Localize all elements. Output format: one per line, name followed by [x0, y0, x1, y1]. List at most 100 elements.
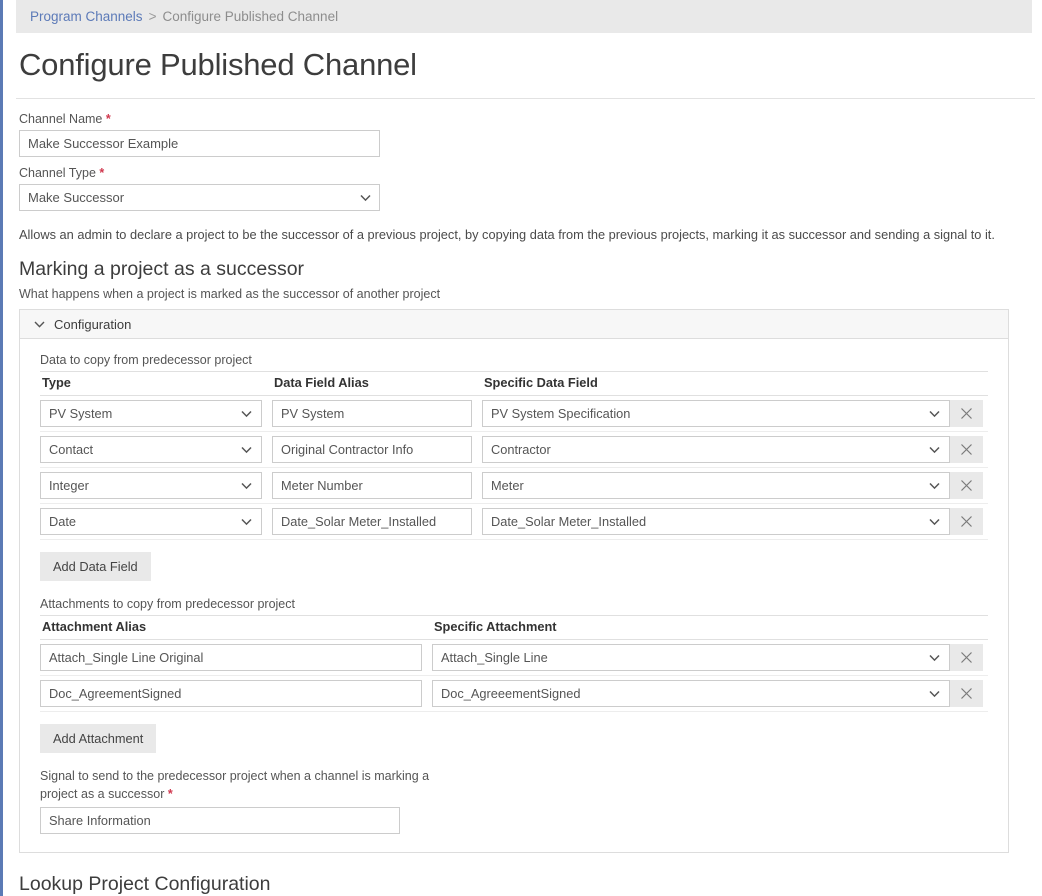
data-field-alias-input[interactable] [272, 400, 472, 427]
channel-type-label: Channel Type * [19, 166, 1042, 180]
table-row: Attach_Single Line [40, 639, 988, 676]
breadcrumb-link-program-channels[interactable]: Program Channels [30, 9, 143, 24]
data-field-alias-cell [272, 395, 482, 432]
chevron-down-icon [929, 482, 940, 489]
specific-data-field-select[interactable]: PV System Specification [482, 400, 950, 427]
data-field-alias-input[interactable] [272, 472, 472, 499]
data-field-type-select[interactable]: PV System [40, 400, 262, 427]
specific-data-field-select[interactable]: Meter [482, 472, 950, 499]
remove-data-field-button[interactable] [950, 400, 983, 427]
remove-attachment-button[interactable] [950, 680, 983, 707]
chevron-down-icon [241, 410, 252, 417]
column-header-actions [950, 615, 988, 640]
channel-type-selected-value: Make Successor [28, 190, 125, 205]
configuration-panel-body: Data to copy from predecessor project Ty… [20, 339, 1008, 852]
chevron-down-icon [929, 690, 940, 697]
channel-type-select-wrapper: Make Successor [19, 184, 380, 211]
chevron-down-icon [929, 654, 940, 661]
channel-type-select[interactable]: Make Successor [19, 184, 380, 211]
top-form: Channel Name * Channel Type * Make Succe… [19, 112, 1042, 211]
close-icon [960, 407, 973, 420]
data-fields-caption: Data to copy from predecessor project [40, 353, 252, 367]
attachments-caption: Attachments to copy from predecessor pro… [40, 597, 295, 611]
channel-type-required-marker: * [99, 166, 105, 180]
remove-data-field-button[interactable] [950, 508, 983, 535]
data-field-actions-cell [950, 503, 988, 540]
chevron-down-icon [34, 321, 45, 328]
remove-data-field-button[interactable] [950, 436, 983, 463]
data-field-type-select[interactable]: Integer [40, 472, 262, 499]
title-divider [16, 98, 1035, 99]
specific-data-field-cell: Meter [482, 467, 950, 504]
data-field-alias-input[interactable] [272, 508, 472, 535]
specific-data-field-value: Contractor [491, 442, 551, 457]
chevron-down-icon [929, 410, 940, 417]
table-row: Date Date_Solar Meter_Installed [40, 503, 988, 540]
remove-data-field-button[interactable] [950, 472, 983, 499]
table-row: PV System PV System Specification [40, 395, 988, 432]
specific-data-field-cell: Date_Solar Meter_Installed [482, 503, 950, 540]
channel-name-label: Channel Name * [19, 112, 1042, 126]
specific-data-field-value: PV System Specification [491, 406, 631, 421]
close-icon [960, 687, 973, 700]
channel-name-input[interactable] [19, 130, 380, 157]
add-data-field-button[interactable]: Add Data Field [40, 552, 151, 581]
breadcrumb-current: Configure Published Channel [162, 9, 339, 24]
data-field-type-select[interactable]: Date [40, 508, 262, 535]
data-field-actions-cell [950, 395, 988, 432]
specific-attachment-select[interactable]: Attach_Single Line [432, 644, 950, 671]
close-icon [960, 479, 973, 492]
column-header-specific-data-field: Specific Data Field [482, 371, 950, 396]
successor-section-heading: Marking a project as a successor [19, 258, 305, 280]
column-header-specific-attachment: Specific Attachment [432, 615, 950, 640]
add-attachment-button[interactable]: Add Attachment [40, 724, 157, 753]
data-fields-header-row: Type Data Field Alias Specific Data Fiel… [40, 371, 988, 396]
successor-section-subheading: What happens when a project is marked as… [19, 287, 441, 301]
data-field-alias-input[interactable] [272, 436, 472, 463]
remove-attachment-button[interactable] [950, 644, 983, 671]
chevron-down-icon [241, 518, 252, 525]
specific-data-field-value: Meter [491, 478, 524, 493]
breadcrumb: Program Channels > Configure Published C… [16, 0, 1032, 33]
signal-label: Signal to send to the predecessor projec… [40, 767, 460, 803]
data-field-actions-cell [950, 467, 988, 504]
specific-data-field-select[interactable]: Contractor [482, 436, 950, 463]
table-row: Integer Meter [40, 467, 988, 504]
data-field-type-value: PV System [49, 406, 113, 421]
specific-attachment-select[interactable]: Doc_AgreeementSigned [432, 680, 950, 707]
chevron-down-icon [241, 482, 252, 489]
data-field-alias-cell [272, 503, 482, 540]
specific-data-field-cell: PV System Specification [482, 395, 950, 432]
table-row: Doc_AgreeementSigned [40, 675, 988, 712]
breadcrumb-separator: > [148, 9, 157, 24]
data-field-alias-cell [272, 467, 482, 504]
channel-type-label-text: Channel Type [19, 166, 96, 180]
specific-data-field-select[interactable]: Date_Solar Meter_Installed [482, 508, 950, 535]
data-field-type-value: Integer [49, 478, 89, 493]
data-field-type-cell: Integer [40, 467, 272, 504]
channel-name-required-marker: * [105, 112, 111, 126]
signal-required-marker: * [167, 787, 173, 802]
signal-input[interactable] [40, 807, 400, 835]
chevron-down-icon [929, 446, 940, 453]
data-field-type-value: Contact [49, 442, 94, 457]
configuration-panel: Configuration Data to copy from predeces… [19, 309, 1009, 854]
table-row: Contact Contractor [40, 431, 988, 468]
data-fields-table: Type Data Field Alias Specific Data Fiel… [40, 371, 988, 540]
configuration-panel-header[interactable]: Configuration [20, 310, 1008, 339]
page-title: Configure Published Channel [19, 47, 417, 82]
attachment-actions-cell [950, 639, 988, 676]
specific-attachment-value: Attach_Single Line [441, 650, 548, 665]
lookup-section-heading: Lookup Project Configuration [19, 873, 271, 896]
data-field-type-select[interactable]: Contact [40, 436, 262, 463]
close-icon [960, 443, 973, 456]
channel-name-label-text: Channel Name [19, 112, 103, 126]
attachment-alias-input[interactable] [40, 680, 422, 707]
data-field-actions-cell [950, 431, 988, 468]
data-field-type-value: Date [49, 514, 77, 529]
attachments-block: Attachments to copy from predecessor pro… [40, 597, 988, 753]
chevron-down-icon [241, 446, 252, 453]
attachment-alias-input[interactable] [40, 644, 422, 671]
data-field-type-cell: PV System [40, 395, 272, 432]
attachment-actions-cell [950, 675, 988, 712]
